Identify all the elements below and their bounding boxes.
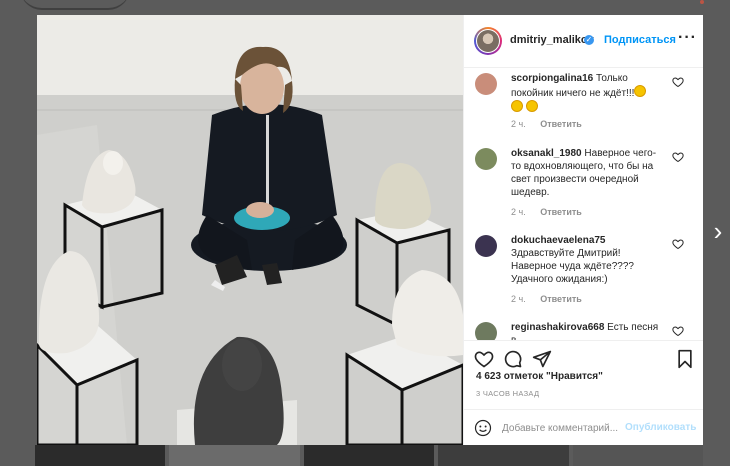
background-thumbnail[interactable] [438,445,569,466]
share-send-icon[interactable] [532,349,552,369]
background-thumbnail[interactable] [35,445,166,466]
comment-bubble-icon[interactable] [503,349,523,369]
verified-badge-icon: ✓ [584,35,594,45]
reply-button[interactable]: Ответить [540,294,582,304]
commenter-avatar[interactable] [475,322,497,340]
background-post-thumbnails [35,445,704,466]
background-thumbnail[interactable] [169,445,300,466]
comment-meta: 2 ч. Ответить [511,294,594,304]
post-photo-illustration [37,15,463,445]
comment-time: 2 ч. [511,207,526,217]
comment-username[interactable]: oksanakl_1980 [511,148,582,159]
comment-username[interactable]: scorpiongalina16 [511,73,593,84]
comments-list[interactable]: scorpiongalina16 Только покойник ничего … [464,68,703,340]
background-thumbnail[interactable] [572,445,704,466]
comment-text-block: reginashakirova668 Есть песня в [511,321,661,340]
comment-text-block: dokuchaevaelena75 Здравствуйте Дмитрий! … [511,234,661,286]
post-actions-bar [464,340,703,371]
comment-meta: 2 ч. Ответить [511,119,594,129]
like-comment-heart-icon[interactable] [672,151,684,163]
commenter-avatar[interactable] [475,73,497,95]
like-comment-heart-icon[interactable] [672,238,684,250]
reply-button[interactable]: Ответить [540,119,582,129]
next-post-arrow-icon[interactable]: › [708,218,728,244]
add-comment-bar: Опубликовать [464,409,703,446]
comment-meta: 2 ч. Ответить [511,207,594,217]
more-dots-icon[interactable]: ··· [678,29,697,47]
comment-text-block: scorpiongalina16 Только покойник ничего … [511,72,661,115]
follow-button[interactable]: Подписаться [604,34,676,46]
like-comment-heart-icon[interactable] [672,76,684,88]
emoji-icon [634,85,647,97]
add-comment-input[interactable] [502,419,622,437]
post-details-panel: dmitriy_malikov ✓ Подписаться ··· scorpi… [463,15,703,445]
background-notification-dot [700,0,704,4]
post-header: dmitriy_malikov ✓ Подписаться ··· [464,15,703,68]
background-thumbnail[interactable] [303,445,435,466]
like-comment-heart-icon[interactable] [672,325,684,337]
commenter-avatar[interactable] [475,235,497,257]
likes-count[interactable]: 4 623 отметок "Нравится" [476,371,603,382]
comment-username[interactable]: reginashakirova668 [511,322,604,333]
comment-time: 2 ч. [511,294,526,304]
comment-time: 2 ч. [511,119,526,129]
save-bookmark-icon[interactable] [675,349,695,369]
comment-username[interactable]: dokuchaevaelena75 [511,235,606,246]
author-username[interactable]: dmitriy_malikov [510,34,594,46]
background-logo [20,0,130,10]
emoji-icon [511,100,523,112]
author-avatar[interactable] [474,27,502,55]
comment-text-block: oksanakl_1980 Наверное чего-то вдохновля… [511,147,661,199]
post-time-ago: 3 ЧАСОВ НАЗАД [476,389,540,398]
like-heart-icon[interactable] [474,349,494,369]
commenter-avatar[interactable] [475,148,497,170]
publish-button[interactable]: Опубликовать [625,422,696,433]
emoji-icon [525,100,538,112]
comment-body: Здравствуйте Дмитрий! Наверное чуда ждёт… [511,248,634,285]
reply-button[interactable]: Ответить [540,207,582,217]
post-photo[interactable] [37,15,463,445]
emoji-picker-icon[interactable] [474,419,492,437]
